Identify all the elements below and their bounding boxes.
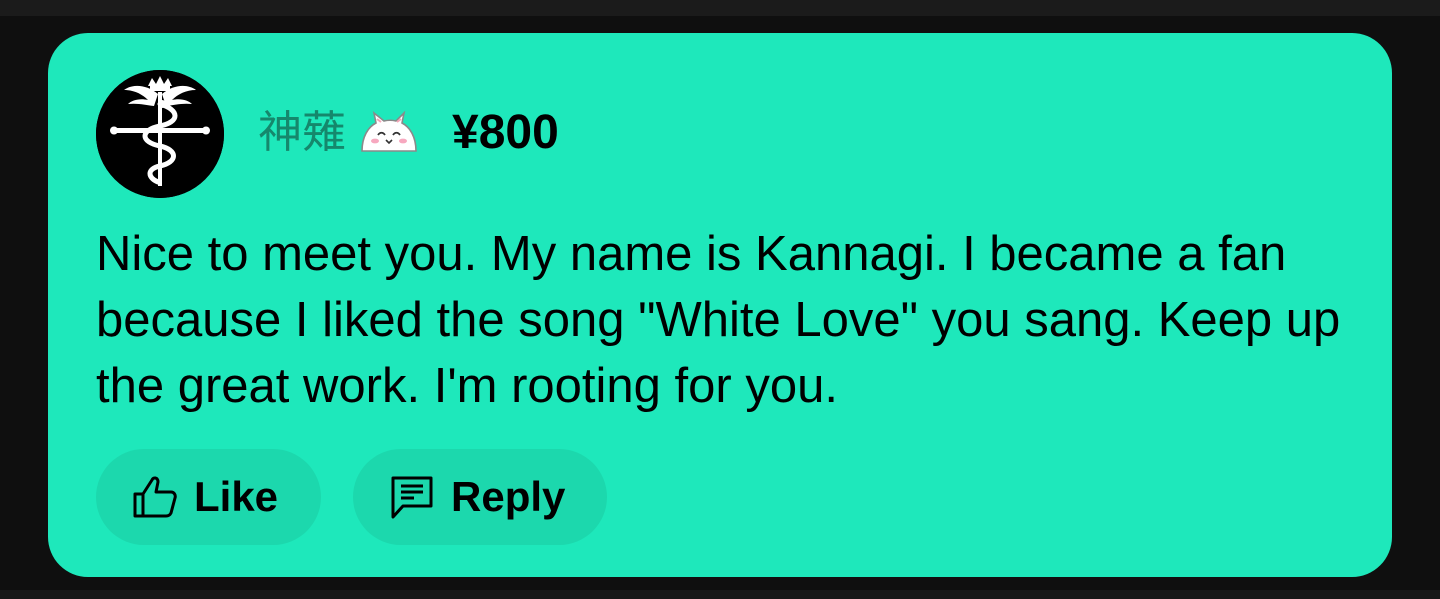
username[interactable]: 神薙 [258,111,346,155]
thumbs-up-icon [133,476,177,518]
avatar[interactable] [96,70,224,198]
reply-label: Reply [451,473,566,520]
like-label: Like [194,473,279,520]
top-bar [0,0,1440,16]
reply-button[interactable]: Reply [353,449,607,545]
comment-icon [391,476,433,519]
like-button[interactable]: Like [96,449,321,545]
comment-header: 神薙 ¥800 [258,101,559,165]
bottom-bar [0,590,1440,599]
cat-emoji-icon [361,111,417,152]
comment-message: Nice to meet you. My name is Kannagi. I … [96,227,1341,413]
donation-amount: ¥800 [452,106,559,159]
flamel-cross-icon [96,70,224,198]
paid-comment-card: 神薙 ¥800 Nice to meet you. My name is Kan… [48,33,1392,577]
